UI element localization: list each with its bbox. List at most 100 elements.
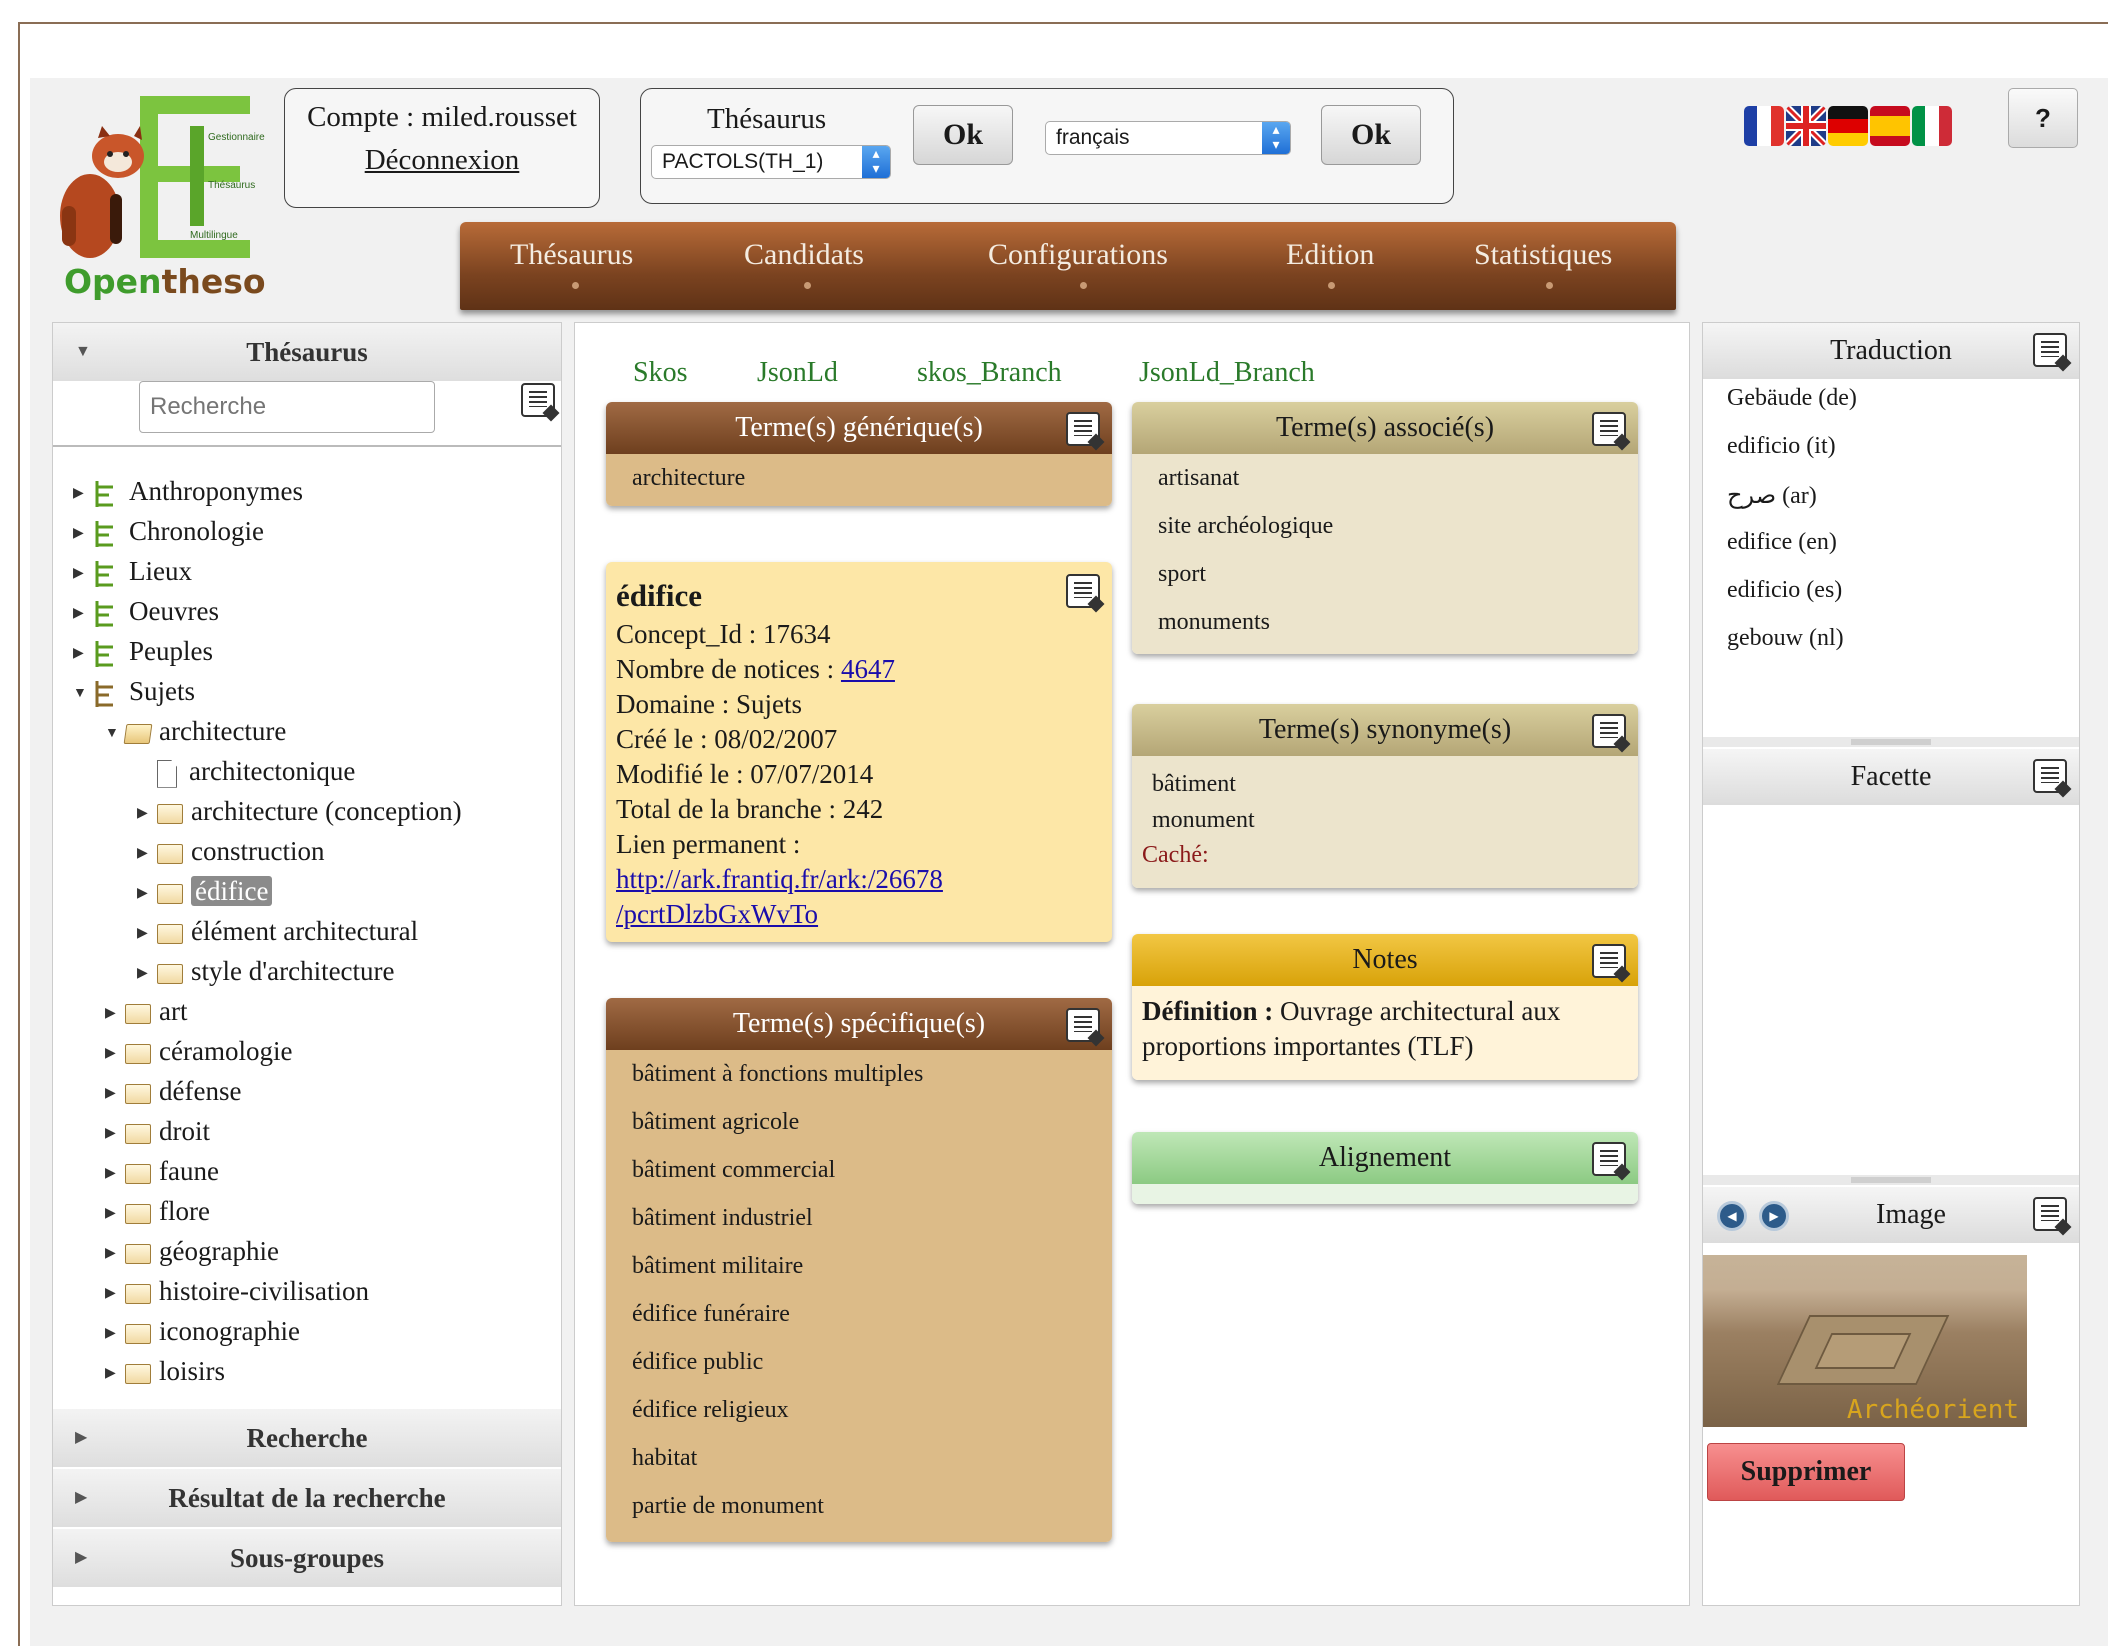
tree-node-faune[interactable]: ▶ faune bbox=[105, 1151, 219, 1191]
expand-arrow-icon[interactable]: ▶ bbox=[73, 514, 93, 554]
narrower-term[interactable]: bâtiment commercial bbox=[606, 1146, 1112, 1194]
expand-arrow-icon[interactable]: ▶ bbox=[137, 954, 157, 994]
expand-arrow-icon[interactable]: ▶ bbox=[137, 914, 157, 954]
previous-image-icon[interactable]: ◀ bbox=[1717, 1201, 1747, 1231]
edit-icon[interactable] bbox=[1592, 1142, 1626, 1176]
flag-es-icon[interactable] bbox=[1870, 106, 1910, 146]
expand-arrow-icon[interactable]: ▶ bbox=[105, 1154, 125, 1194]
permalink-link-cont[interactable]: /pcrtDlzbGxWvTo bbox=[616, 899, 818, 929]
expand-arrow-icon[interactable]: ▶ bbox=[73, 554, 93, 594]
flag-it-icon[interactable] bbox=[1912, 106, 1952, 146]
tree-node-sujets[interactable]: ▼ Sujets bbox=[73, 671, 195, 711]
tree-node-architecture[interactable]: ▼ architecture bbox=[105, 711, 286, 751]
edit-icon[interactable] bbox=[2033, 333, 2067, 367]
logout-link[interactable]: Déconnexion bbox=[285, 144, 599, 177]
results-accordion-header[interactable]: ▶ Résultat de la recherche bbox=[53, 1469, 561, 1527]
tree-node-architecture-conception[interactable]: ▶ architecture (conception) bbox=[137, 791, 462, 831]
edit-icon[interactable] bbox=[1066, 574, 1100, 608]
expand-arrow-icon[interactable]: ▶ bbox=[73, 594, 93, 634]
help-button[interactable]: ? bbox=[2008, 88, 2078, 148]
related-term[interactable]: site archéologique bbox=[1132, 502, 1638, 550]
language-ok-button[interactable]: Ok bbox=[1321, 105, 1421, 165]
thesaurus-ok-button[interactable]: Ok bbox=[913, 105, 1013, 165]
flag-de-icon[interactable] bbox=[1828, 106, 1868, 146]
edit-icon[interactable] bbox=[2033, 1197, 2067, 1231]
resize-grip[interactable] bbox=[1703, 737, 2079, 747]
expand-arrow-icon[interactable]: ▶ bbox=[105, 1314, 125, 1354]
expand-arrow-icon[interactable]: ▶ bbox=[105, 1194, 125, 1234]
tree-node-oeuvres[interactable]: ▶ Oeuvres bbox=[73, 591, 219, 631]
thesaurus-select[interactable]: PACTOLS(TH_1) ▴ ▾ bbox=[651, 145, 891, 179]
narrower-term[interactable]: édifice public bbox=[606, 1338, 1112, 1386]
export-skos-link[interactable]: Skos bbox=[633, 357, 687, 389]
edit-icon[interactable] bbox=[1592, 944, 1626, 978]
menu-statistiques[interactable]: Statistiques bbox=[1474, 238, 1612, 272]
related-term[interactable]: monuments bbox=[1132, 598, 1638, 646]
narrower-term[interactable]: édifice religieux bbox=[606, 1386, 1112, 1434]
tree-node-element-architectural[interactable]: ▶ élément architectural bbox=[137, 911, 418, 951]
menu-edition[interactable]: Edition bbox=[1286, 238, 1374, 272]
expand-arrow-icon[interactable]: ▶ bbox=[105, 1114, 125, 1154]
expand-arrow-icon[interactable]: ▶ bbox=[105, 994, 125, 1034]
tree-node-edifice-selected[interactable]: ▶ édifice bbox=[137, 871, 273, 914]
narrower-term[interactable]: bâtiment militaire bbox=[606, 1242, 1112, 1290]
thesaurus-accordion-header[interactable]: ▼ Thésaurus bbox=[53, 323, 561, 381]
tree-node-art[interactable]: ▶ art bbox=[105, 991, 187, 1031]
narrower-term[interactable]: habitat bbox=[606, 1434, 1112, 1482]
expand-arrow-icon[interactable]: ▶ bbox=[73, 474, 93, 514]
edit-icon[interactable] bbox=[1066, 412, 1100, 446]
delete-image-button[interactable]: Supprimer bbox=[1707, 1443, 1905, 1501]
narrower-term[interactable]: bâtiment agricole bbox=[606, 1098, 1112, 1146]
export-jsonld-link[interactable]: JsonLd bbox=[757, 357, 838, 389]
menu-configurations[interactable]: Configurations bbox=[988, 238, 1168, 272]
collapse-arrow-icon[interactable]: ▼ bbox=[73, 674, 93, 714]
tree-node-histoire-civilisation[interactable]: ▶ histoire-civilisation bbox=[105, 1271, 369, 1311]
tree-node-lieux[interactable]: ▶ Lieux bbox=[73, 551, 192, 591]
menu-candidats[interactable]: Candidats bbox=[744, 238, 864, 272]
expand-arrow-icon[interactable]: ▶ bbox=[105, 1034, 125, 1074]
tree-node-ceramologie[interactable]: ▶ céramologie bbox=[105, 1031, 292, 1071]
next-image-icon[interactable]: ▶ bbox=[1759, 1201, 1789, 1231]
notices-count-link[interactable]: 4647 bbox=[841, 654, 895, 684]
expand-arrow-icon[interactable]: ▶ bbox=[137, 794, 157, 834]
broader-term[interactable]: architecture bbox=[606, 454, 1112, 502]
expand-arrow-icon[interactable]: ▶ bbox=[73, 634, 93, 674]
tree-search-input[interactable] bbox=[139, 381, 435, 433]
narrower-term[interactable]: partie de monument bbox=[606, 1482, 1112, 1530]
edit-icon[interactable] bbox=[1592, 412, 1626, 446]
edit-icon[interactable] bbox=[1066, 1008, 1100, 1042]
narrower-term[interactable]: édifice funéraire bbox=[606, 1290, 1112, 1338]
tree-node-defense[interactable]: ▶ défense bbox=[105, 1071, 241, 1111]
tree-node-flore[interactable]: ▶ flore bbox=[105, 1191, 210, 1231]
search-accordion-header[interactable]: ▶ Recherche bbox=[53, 1409, 561, 1467]
expand-arrow-icon[interactable]: ▶ bbox=[137, 874, 157, 914]
tree-node-loisirs[interactable]: ▶ loisirs bbox=[105, 1351, 225, 1391]
tree-node-geographie[interactable]: ▶ géographie bbox=[105, 1231, 279, 1271]
language-select[interactable]: français ▴ ▾ bbox=[1045, 121, 1291, 155]
edit-icon[interactable] bbox=[521, 383, 555, 417]
tree-node-architectonique[interactable]: architectonique bbox=[157, 751, 355, 791]
permalink-link[interactable]: http://ark.frantiq.fr/ark:/26678 bbox=[616, 864, 943, 894]
related-term[interactable]: sport bbox=[1132, 550, 1638, 598]
resize-grip[interactable] bbox=[1703, 1175, 2079, 1185]
tree-node-anthroponymes[interactable]: ▶ Anthroponymes bbox=[73, 471, 303, 511]
tree-node-iconographie[interactable]: ▶ iconographie bbox=[105, 1311, 300, 1351]
expand-arrow-icon[interactable]: ▶ bbox=[105, 1074, 125, 1114]
tree-node-droit[interactable]: ▶ droit bbox=[105, 1111, 210, 1151]
tree-node-chronologie[interactable]: ▶ Chronologie bbox=[73, 511, 264, 551]
expand-arrow-icon[interactable]: ▶ bbox=[105, 1234, 125, 1274]
flag-fr-icon[interactable] bbox=[1744, 106, 1784, 146]
export-skos-branch-link[interactable]: skos_Branch bbox=[917, 357, 1062, 389]
narrower-term[interactable]: bâtiment à fonctions multiples bbox=[606, 1050, 1112, 1098]
collapse-arrow-icon[interactable]: ▼ bbox=[105, 714, 125, 754]
narrower-term[interactable]: bâtiment industriel bbox=[606, 1194, 1112, 1242]
edit-icon[interactable] bbox=[2033, 759, 2067, 793]
expand-arrow-icon[interactable]: ▶ bbox=[105, 1274, 125, 1314]
menu-thesaurus[interactable]: Thésaurus bbox=[510, 238, 633, 272]
tree-node-construction[interactable]: ▶ construction bbox=[137, 831, 324, 871]
flag-gb-icon[interactable] bbox=[1786, 106, 1826, 146]
tree-node-peuples[interactable]: ▶ Peuples bbox=[73, 631, 213, 671]
edit-icon[interactable] bbox=[1592, 714, 1626, 748]
expand-arrow-icon[interactable]: ▶ bbox=[137, 834, 157, 874]
subgroups-accordion-header[interactable]: ▶ Sous-groupes bbox=[53, 1529, 561, 1587]
